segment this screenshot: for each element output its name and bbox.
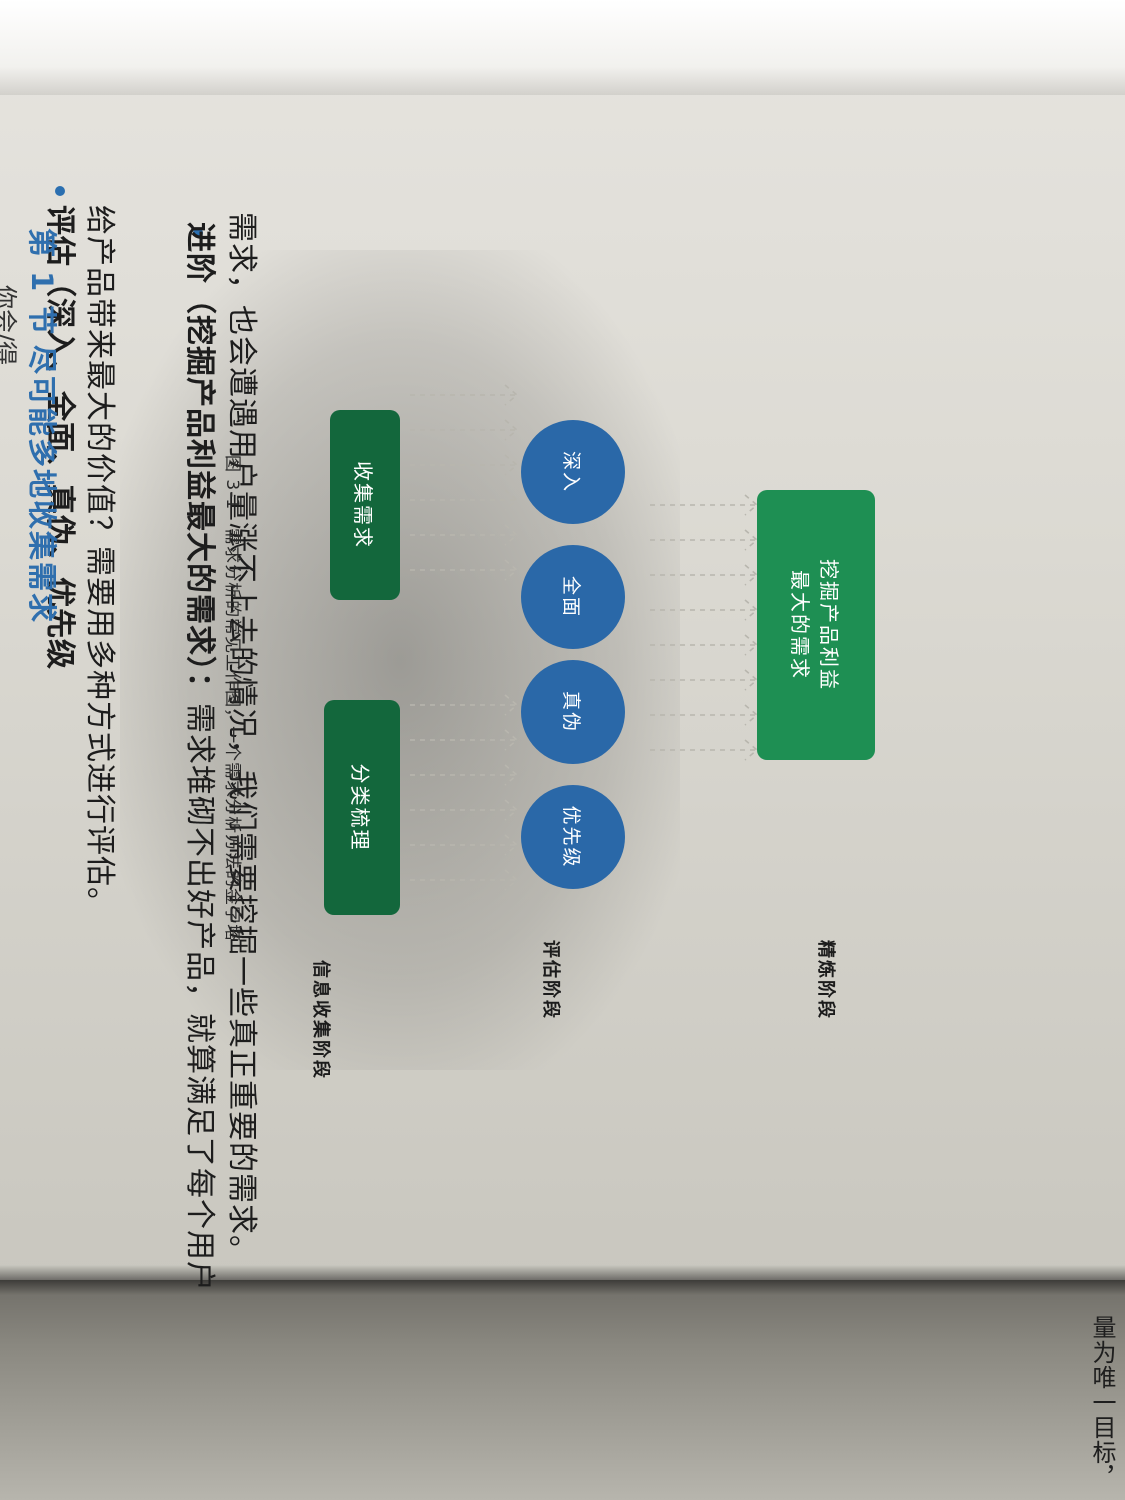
stage-evaluate-label: 评估阶段 — [540, 940, 561, 1020]
classify-box: 分类梳理 — [324, 700, 400, 915]
right-line: 量为唯一目标， — [1088, 1315, 1116, 1490]
circle-zhenwei: 真伪 — [521, 660, 625, 764]
stage-refine-label: 精炼阶段 — [815, 940, 836, 1020]
rotated-page-content: 评估（深入、全面、真伪、优先级 给产品带来最大的价值？需要用多种方式进行评估。 … — [0, 0, 1125, 1500]
stage-collect-label: 信息收集阶段 — [310, 960, 331, 1080]
section-title: 尽可能多地收集需求 — [25, 345, 59, 625]
circle-quanmian: 全面 — [521, 545, 625, 649]
collect-box: 收集需求 — [330, 410, 400, 600]
circle-shenru: 深入 — [521, 420, 625, 524]
circle-youxianji: 优先级 — [521, 785, 625, 889]
section-number: 第 1 节 — [25, 228, 59, 337]
figure-caption: 图 3-1 需求分析的常见工作图，一个需求分析方法的金字塔 — [222, 455, 242, 943]
section-next-line: 你会/得 — [0, 285, 19, 366]
